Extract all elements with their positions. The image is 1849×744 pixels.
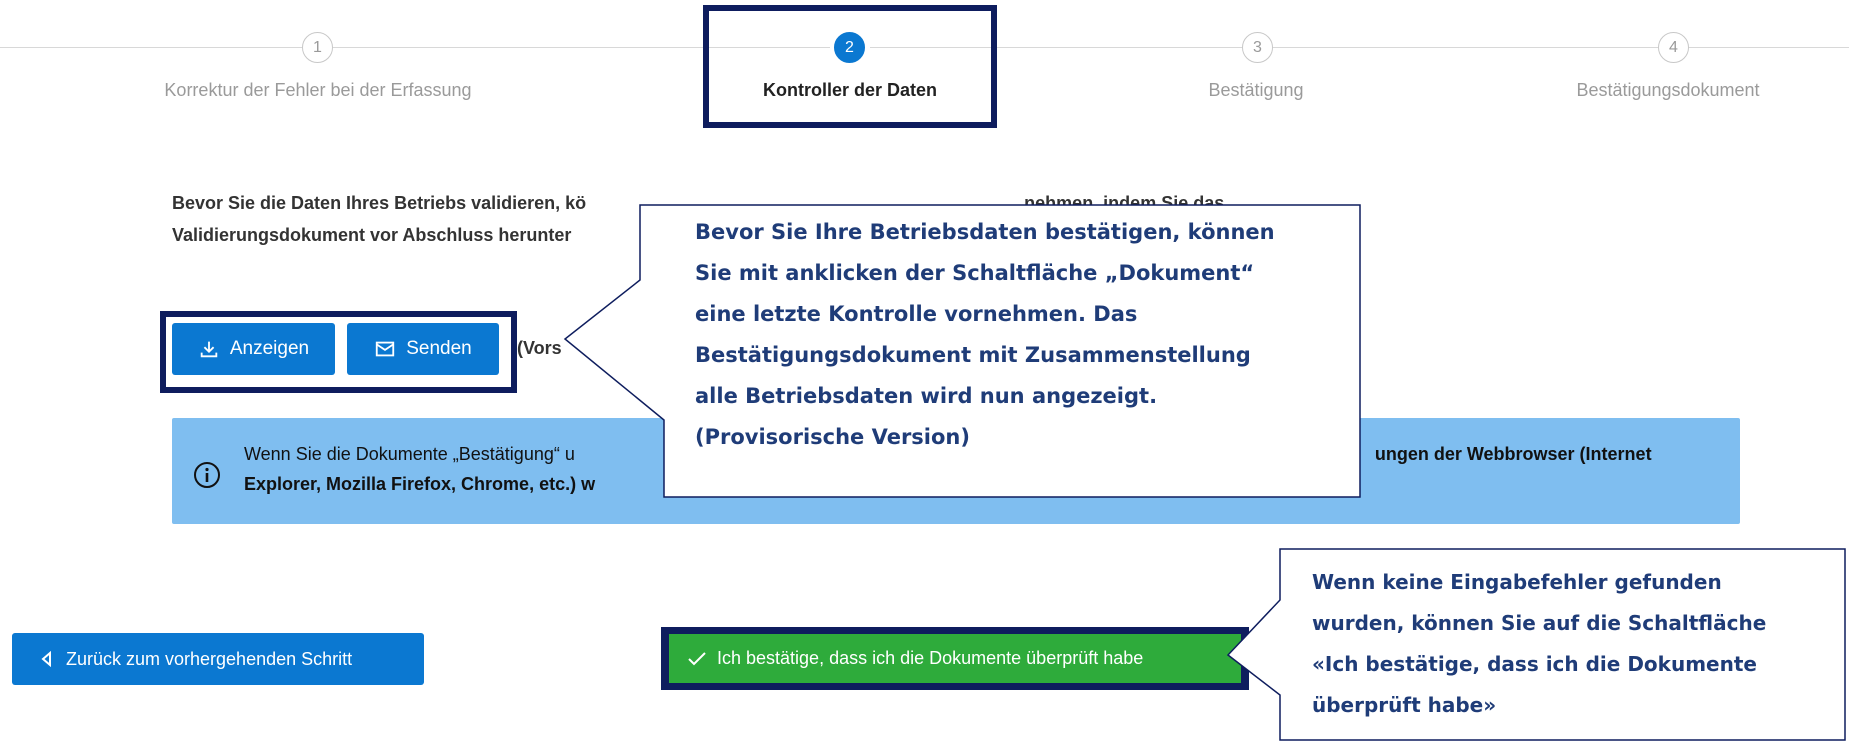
document-hint-line: (Provisorische Version) bbox=[695, 425, 970, 449]
stepper-line bbox=[0, 47, 302, 48]
step-4-label[interactable]: Bestätigungsdokument bbox=[1576, 80, 1759, 101]
document-hint-line: Bevor Sie Ihre Betriebsdaten bestätigen,… bbox=[695, 220, 1275, 244]
confirm-hint-line: wurden, können Sie auf die Schaltfläche bbox=[1312, 611, 1767, 635]
send-document-button[interactable]: Senden bbox=[347, 323, 499, 375]
confirm-hint-line: überprüft habe» bbox=[1312, 693, 1497, 717]
back-button-label: Zurück zum vorhergehenden Schritt bbox=[66, 648, 353, 669]
step-3-indicator[interactable]: 3 bbox=[1242, 32, 1273, 63]
confirm-documents-button[interactable]: Ich bestätige, dass ich die Dokumente üb… bbox=[669, 634, 1241, 683]
step-3-label[interactable]: Bestätigung bbox=[1208, 80, 1303, 101]
intro-line1-start: Bevor Sie die Daten Ihres Betriebs valid… bbox=[172, 193, 587, 213]
document-hint-line: eine letzte Kontrolle vornehmen. Das bbox=[695, 302, 1138, 326]
stepper-line bbox=[1688, 47, 1849, 48]
info-icon bbox=[194, 462, 220, 488]
send-document-label: Senden bbox=[406, 338, 472, 359]
stepper-line bbox=[1272, 47, 1658, 48]
info-line2: Explorer, Mozilla Firefox, Chrome, etc.)… bbox=[244, 474, 596, 494]
info-line1-start: Wenn Sie die Dokumente „Bestätigung“ u bbox=[244, 444, 575, 464]
download-icon bbox=[200, 341, 218, 358]
confirm-hint-line: «Ich bestätige, dass ich die Dokumente bbox=[1312, 652, 1757, 676]
step-1-label[interactable]: Korrektur der Fehler bei der Erfassung bbox=[164, 80, 471, 101]
confirm-hint-line: Wenn keine Eingabefehler gefunden bbox=[1312, 570, 1722, 594]
actions-suffix-text: (Vors bbox=[517, 338, 562, 358]
step-4-indicator[interactable]: 4 bbox=[1658, 32, 1689, 63]
mail-icon bbox=[376, 341, 395, 357]
step-1-indicator[interactable]: 1 bbox=[302, 32, 333, 63]
back-button[interactable]: Zurück zum vorhergehenden Schritt bbox=[12, 633, 424, 685]
info-line1-end: ungen der Webbrowser (Internet bbox=[1374, 444, 1652, 464]
document-hint-line: Sie mit anklicken der Schaltfläche „Doku… bbox=[695, 261, 1255, 285]
document-hint-line: alle Betriebsdaten wird nun angezeigt. bbox=[695, 384, 1158, 408]
confirm-hint-callout: Wenn keine Eingabefehler gefunden wurden… bbox=[1312, 562, 1837, 726]
check-icon bbox=[688, 651, 706, 665]
document-hint-callout: Bevor Sie Ihre Betriebsdaten bestätigen,… bbox=[695, 212, 1345, 458]
document-hint-line: Bestätigungsdokument mit Zusammenstellun… bbox=[695, 343, 1251, 367]
view-document-label: Anzeigen bbox=[229, 338, 310, 359]
view-document-button[interactable]: Anzeigen bbox=[172, 323, 335, 375]
active-step-highlight bbox=[703, 5, 997, 128]
chevron-left-icon bbox=[41, 651, 51, 667]
confirm-button-label: Ich bestätige, dass ich die Dokumente üb… bbox=[717, 648, 1144, 668]
